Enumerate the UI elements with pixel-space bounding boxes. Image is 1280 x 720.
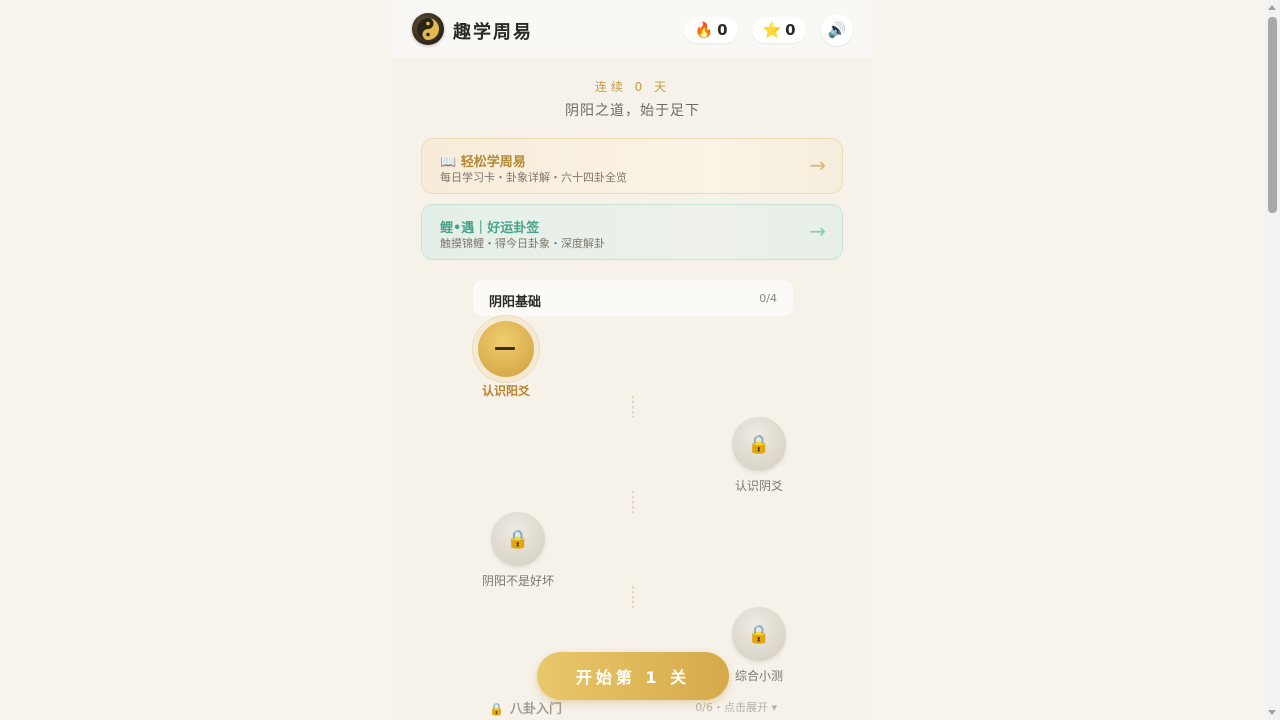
star-count: 0 xyxy=(785,21,796,39)
lesson-node-1-label: 认识阳爻 xyxy=(481,384,530,398)
section-title: 阴阳基础 xyxy=(489,295,542,310)
yin-yang-logo-icon xyxy=(412,13,444,45)
speaker-icon: 🔊 xyxy=(827,21,847,39)
start-level-button[interactable]: 开始第 1 关 xyxy=(537,652,729,700)
lesson-node-4[interactable]: 🔒 xyxy=(732,607,786,661)
lesson-node-3[interactable]: 🔒 xyxy=(491,512,545,566)
app-title: 趣学周易 xyxy=(453,22,533,43)
lesson-node-1[interactable] xyxy=(478,321,534,377)
fire-count: 0 xyxy=(717,21,728,39)
learn-card-desc: 每日学习卡・卦象详解・六十四卦全览 xyxy=(440,171,627,184)
learn-card-title: 📖 轻松学周易 xyxy=(440,155,526,170)
yang-yao-icon xyxy=(495,347,515,350)
fortune-card-title: 鲤•遇｜好运卦签 xyxy=(440,221,540,236)
arrow-right-icon: → xyxy=(809,219,826,243)
fortune-lot-card[interactable]: 鲤•遇｜好运卦签 触摸锦鲤・得今日卦象・深度解卦 → xyxy=(421,204,843,260)
next-section-name: 八卦入门 xyxy=(509,702,562,717)
learn-zhouyi-card[interactable]: 📖 轻松学周易 每日学习卡・卦象详解・六十四卦全览 → xyxy=(421,138,843,194)
app-container: 趣学周易 🔥 0 ⭐ 0 🔊 连续 0 天 阴阳之道，始于足下 📖 轻松学周易 … xyxy=(393,0,872,720)
page-scrollbar[interactable] xyxy=(1265,0,1280,720)
path-connector xyxy=(632,491,634,513)
lesson-node-3-label: 阴阳不是好坏 xyxy=(481,574,554,588)
fortune-card-desc: 触摸锦鲤・得今日卦象・深度解卦 xyxy=(440,237,605,250)
streak-fire-counter[interactable]: 🔥 0 xyxy=(684,17,738,43)
streak-days-text: 连续 0 天 xyxy=(594,80,671,94)
path-connector xyxy=(632,586,634,608)
lock-icon: 🔒 xyxy=(747,433,771,455)
path-connector xyxy=(632,396,634,418)
motto-text: 阴阳之道，始于足下 xyxy=(565,103,700,119)
fire-icon: 🔥 xyxy=(694,21,714,39)
scroll-up-arrow-icon[interactable] xyxy=(1268,5,1276,10)
scroll-down-arrow-icon[interactable] xyxy=(1268,710,1276,715)
lock-icon: 🔒 xyxy=(747,623,771,645)
section-progress: 0/4 xyxy=(759,292,777,305)
next-section-meta: 0/6・点击展开 ▾ xyxy=(695,701,777,714)
star-counter[interactable]: ⭐ 0 xyxy=(752,17,806,43)
scroll-thumb[interactable] xyxy=(1268,17,1277,213)
lock-icon: 🔒 xyxy=(489,702,504,716)
top-bar: 趣学周易 🔥 0 ⭐ 0 🔊 xyxy=(393,0,872,58)
star-icon: ⭐ xyxy=(762,21,782,39)
section-header[interactable]: 阴阳基础 0/4 xyxy=(473,280,793,316)
lesson-node-2[interactable]: 🔒 xyxy=(732,417,786,471)
next-section-title: 🔒 八卦入门 xyxy=(489,698,562,717)
sound-toggle-button[interactable]: 🔊 xyxy=(821,14,853,46)
arrow-right-icon: → xyxy=(809,153,826,177)
lesson-node-2-label: 认识阴爻 xyxy=(734,479,783,493)
lock-icon: 🔒 xyxy=(506,528,530,550)
